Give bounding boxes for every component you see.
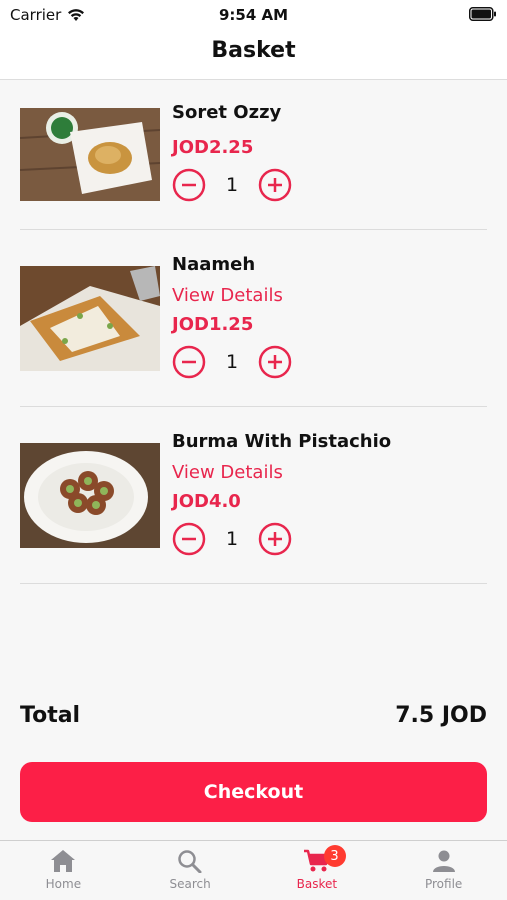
tab-search[interactable]: Search (127, 841, 254, 900)
decrement-button[interactable] (172, 345, 206, 379)
decrement-button[interactable] (172, 168, 206, 202)
increment-button[interactable] (258, 168, 292, 202)
tab-label: Home (45, 877, 82, 891)
quantity-value: 1 (225, 351, 239, 373)
tab-home[interactable]: Home (0, 841, 127, 900)
product-image (20, 108, 160, 201)
item-price: JOD1.25 (172, 314, 254, 335)
quantity-stepper: 1 (172, 345, 292, 379)
basket-list: Soret Ozzy JOD2.25 1 Naameh View Details… (20, 80, 487, 584)
tab-label: Profile (424, 877, 463, 891)
total-label: Total (20, 703, 81, 728)
quantity-value: 1 (225, 528, 239, 550)
tab-profile[interactable]: Profile (380, 841, 507, 900)
cart-count-badge: 3 (323, 845, 346, 867)
decrement-button[interactable] (172, 522, 206, 556)
status-bar: Carrier 9:54 AM (0, 0, 507, 30)
nav-bar: Basket (0, 30, 507, 80)
increment-button[interactable] (258, 522, 292, 556)
status-time: 9:54 AM (218, 6, 289, 24)
tab-bar: Home Search 3 Basket Profile (0, 840, 507, 900)
view-details-link[interactable]: View Details (172, 285, 292, 306)
basket-item-burma-with-pistachio: Burma With Pistachio View Details JOD4.0… (20, 407, 487, 584)
search-icon (178, 850, 202, 873)
tab-basket[interactable]: 3 Basket (254, 841, 381, 900)
quantity-stepper: 1 (172, 168, 292, 202)
tab-label: Basket (296, 877, 338, 891)
basket-item-naameh: Naameh View Details JOD1.25 1 (20, 230, 487, 407)
view-details-link[interactable]: View Details (172, 462, 391, 483)
item-info: Naameh View Details JOD1.25 1 (172, 254, 292, 379)
checkout-label: Checkout (203, 781, 304, 803)
product-image (20, 443, 160, 548)
item-name: Burma With Pistachio (172, 431, 392, 452)
item-name: Soret Ozzy (172, 102, 282, 123)
increment-button[interactable] (258, 345, 292, 379)
item-price: JOD4.0 (172, 491, 241, 512)
basket-item-soret-ozzy: Soret Ozzy JOD2.25 1 (20, 80, 487, 230)
product-image (20, 266, 160, 371)
item-name: Naameh (172, 254, 256, 275)
item-info: Burma With Pistachio View Details JOD4.0… (172, 431, 391, 556)
checkout-button[interactable]: Checkout (20, 762, 487, 822)
total-row: Total 7.5 JOD (20, 703, 487, 728)
battery-icon (469, 7, 496, 21)
home-icon (51, 850, 76, 872)
quantity-stepper: 1 (172, 522, 391, 556)
item-price: JOD2.25 (172, 137, 254, 158)
quantity-value: 1 (225, 174, 239, 196)
person-icon (432, 850, 455, 872)
total-value: 7.5 JOD (395, 703, 487, 728)
item-info: Soret Ozzy JOD2.25 1 (172, 102, 292, 202)
page-title: Basket (211, 38, 296, 63)
tab-label: Search (169, 877, 211, 891)
